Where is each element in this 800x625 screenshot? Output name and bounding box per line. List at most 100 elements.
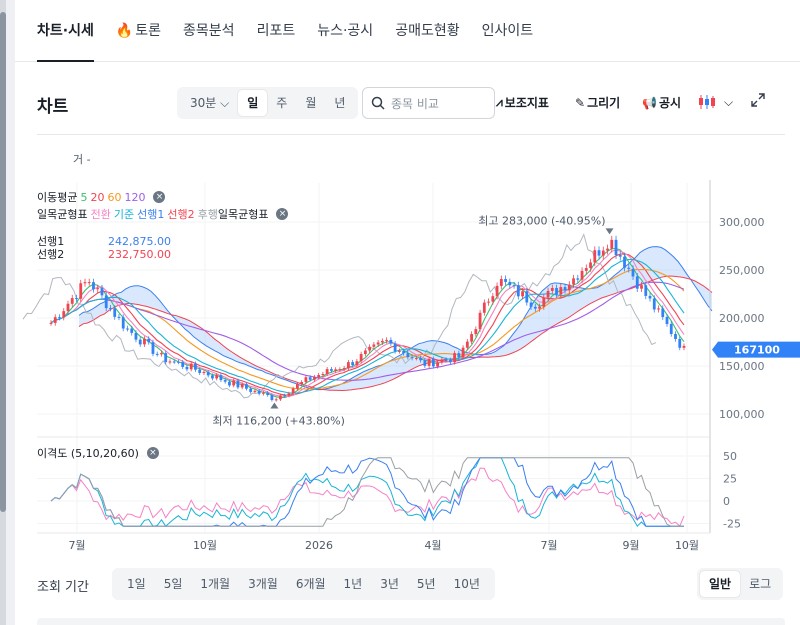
main-tabs: 차트·시세 🔥 토론 종목분석 리포트 뉴스·공시 공매도현황 인사이트 bbox=[15, 0, 800, 62]
scale-log-button[interactable]: 로그 bbox=[740, 571, 780, 597]
candle-body bbox=[262, 392, 265, 394]
candle-body bbox=[576, 278, 580, 280]
interval-dropdown[interactable]: 30분 ⌵ bbox=[181, 90, 238, 116]
candle-body bbox=[338, 369, 342, 371]
tab-stock-analysis[interactable]: 종목분석 bbox=[183, 0, 235, 62]
tab-insight[interactable]: 인사이트 bbox=[482, 0, 534, 62]
candle-body bbox=[283, 395, 287, 397]
candle-body bbox=[346, 362, 350, 369]
candle-body bbox=[678, 339, 682, 348]
period-day-button[interactable]: 일 bbox=[238, 90, 268, 116]
span2-value: 232,750.00 bbox=[108, 247, 171, 261]
page-scrollbar-track[interactable] bbox=[0, 0, 6, 625]
candle-body bbox=[134, 332, 138, 340]
candle-body bbox=[325, 369, 329, 374]
range-5y-button[interactable]: 5년 bbox=[408, 571, 445, 597]
period-year-button[interactable]: 년 bbox=[325, 90, 354, 116]
chart-type-dropdown[interactable]: ⌵ bbox=[698, 94, 733, 110]
candle-body bbox=[181, 362, 185, 367]
candle-body bbox=[631, 268, 635, 277]
candle-body bbox=[66, 303, 70, 312]
candle-body bbox=[436, 362, 439, 367]
candle-body bbox=[478, 312, 482, 330]
draw-button[interactable]: ✎ 그리기 bbox=[575, 94, 620, 111]
range-5d-button[interactable]: 5일 bbox=[155, 571, 192, 597]
oscillator-lines bbox=[50, 457, 685, 528]
tab-discussion[interactable]: 🔥 토론 bbox=[116, 0, 161, 62]
candle-body bbox=[427, 358, 431, 366]
candle-body bbox=[674, 334, 677, 340]
candle-body bbox=[516, 285, 520, 297]
candle-body bbox=[508, 281, 512, 286]
fullscreen-button[interactable] bbox=[750, 92, 766, 108]
time-tick-label: 7월 bbox=[68, 539, 85, 552]
fire-icon: 🔥 bbox=[115, 22, 134, 39]
candle-body bbox=[572, 278, 575, 285]
candle-body bbox=[253, 390, 257, 392]
candle-body bbox=[546, 290, 550, 298]
scale-toggle: 일반 로그 bbox=[697, 568, 784, 600]
period-week-button[interactable]: 주 bbox=[267, 90, 296, 116]
disclosure-label: 공시 bbox=[658, 96, 682, 110]
candle-body bbox=[567, 284, 571, 291]
compare-stock-input[interactable]: 종목 비교 bbox=[362, 87, 495, 119]
tab-short-selling[interactable]: 공매도현황 bbox=[395, 0, 459, 62]
close-icon[interactable]: × bbox=[153, 191, 166, 203]
time-tick-label: 2026 bbox=[305, 539, 333, 552]
candle-body bbox=[597, 250, 601, 256]
stock-chart-panel: 차트·시세 🔥 토론 종목분석 리포트 뉴스·공시 공매도현황 인사이트 차트 3… bbox=[15, 0, 800, 625]
toolbar-divider bbox=[37, 134, 785, 135]
period-month-button[interactable]: 월 bbox=[296, 90, 325, 116]
oscillator-legend: 이격도 (5,10,20,60) × bbox=[37, 445, 159, 461]
range-1m-button[interactable]: 1개월 bbox=[191, 571, 239, 597]
candle-body bbox=[147, 338, 151, 343]
candle-body bbox=[550, 288, 554, 291]
tab-report[interactable]: 리포트 bbox=[257, 0, 296, 62]
indicators-button[interactable]: ⩘ 보조지표 bbox=[496, 94, 549, 111]
candle-body bbox=[380, 340, 384, 343]
range-3m-button[interactable]: 3개월 bbox=[239, 571, 287, 597]
candle-body bbox=[287, 393, 291, 396]
current-price-label: 167100 bbox=[734, 344, 780, 357]
candle-body bbox=[610, 239, 614, 249]
tab-chart-quotes[interactable]: 차트·시세 bbox=[37, 0, 94, 62]
range-1y-button[interactable]: 1년 bbox=[335, 571, 372, 597]
tab-news-disclosure[interactable]: 뉴스·공시 bbox=[317, 0, 373, 62]
osc-tick-label: 25 bbox=[723, 473, 737, 486]
range-6m-button[interactable]: 6개월 bbox=[287, 571, 335, 597]
candle-body bbox=[232, 380, 236, 386]
close-icon[interactable]: × bbox=[276, 208, 289, 220]
draw-label: 그리기 bbox=[587, 96, 621, 110]
tab-discussion-label: 토론 bbox=[135, 22, 162, 39]
ma20-label: 20 bbox=[90, 190, 105, 204]
candle-body bbox=[121, 317, 125, 329]
candle-body bbox=[219, 375, 223, 381]
candle-body bbox=[236, 380, 240, 388]
candle-body bbox=[402, 350, 406, 354]
candle-body bbox=[644, 285, 648, 296]
range-3y-button[interactable]: 3년 bbox=[371, 571, 408, 597]
bottom-section-edge bbox=[37, 618, 785, 625]
candle-body bbox=[487, 301, 490, 303]
candle-body bbox=[223, 380, 227, 382]
candle-body bbox=[160, 353, 163, 355]
scale-linear-button[interactable]: 일반 bbox=[700, 571, 741, 597]
close-icon[interactable]: × bbox=[146, 447, 159, 459]
candle-body bbox=[304, 377, 308, 383]
candle-body bbox=[329, 369, 333, 371]
candle-body bbox=[623, 256, 626, 268]
time-tick-label: 9월 bbox=[622, 539, 639, 552]
candle-body bbox=[504, 279, 507, 282]
oscillator-title: 이격도 (5,10,20,60) bbox=[37, 447, 139, 460]
interval-value: 30분 bbox=[190, 96, 217, 110]
candle-body bbox=[419, 358, 423, 361]
disclosure-button[interactable]: 📢 공시 bbox=[642, 94, 681, 111]
page-scrollbar-thumb[interactable] bbox=[0, 12, 6, 512]
cloud-fill bbox=[79, 246, 712, 391]
range-10y-button[interactable]: 10년 bbox=[445, 571, 489, 597]
candle-body bbox=[245, 384, 248, 389]
osc-tick-label: 50 bbox=[723, 450, 737, 463]
range-1d-button[interactable]: 1일 bbox=[118, 571, 155, 597]
candle-body bbox=[211, 375, 214, 379]
low-marker-icon bbox=[270, 402, 279, 409]
